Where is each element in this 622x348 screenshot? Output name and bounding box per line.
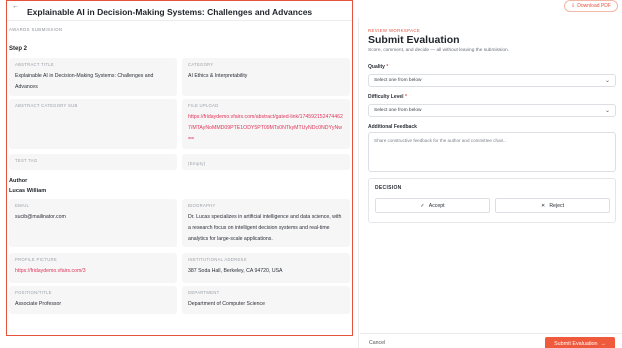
field-value: Associate Professor [15, 301, 62, 307]
field-label: Category [188, 62, 214, 67]
download-pdf-label: Download PDF [577, 3, 611, 9]
field-value: Department of Computer Science [188, 301, 265, 307]
decision-box: Decision ✓ Accept ✕ Reject [368, 178, 616, 223]
field-value: Explainable AI in Decision-Making System… [15, 73, 154, 90]
field-label: Profile Picture [15, 257, 57, 262]
check-icon: ✓ [420, 202, 425, 209]
field-value: sucib@mailinator.com [15, 214, 66, 220]
field-abstract-category-sub: Abstract Category Sub [9, 99, 177, 149]
feedback-textarea[interactable]: Share constructive feedback for the auth… [368, 132, 616, 172]
submission-panel: ← Explainable AI in Decision-Making Syst… [6, 0, 353, 336]
accept-button[interactable]: ✓ Accept [375, 198, 490, 213]
review-workspace-eyebrow: Review Workspace [368, 28, 421, 33]
field-profile-picture: Profile Picture https://fridaydemo.vfair… [9, 253, 177, 283]
quality-label-text: Quality [368, 64, 385, 70]
field-label: Biography [188, 203, 216, 208]
file-upload-link[interactable]: https://fridaydemo.vfairs.com/abstract/g… [188, 112, 344, 145]
field-value: AI Ethics & Interpretability [188, 73, 248, 79]
field-label: Abstract Category Sub [15, 103, 78, 108]
chevron-down-icon: ⌄ [604, 108, 610, 114]
field-institutional-address: Institutional Address 387 Soda Hall, Ber… [182, 253, 350, 283]
field-value: 387 Soda Hall, Berkeley, CA 94720, USA [188, 268, 283, 274]
reject-label: Reject [549, 202, 565, 209]
arrow-right-icon: → [600, 340, 606, 347]
cancel-button[interactable]: Cancel [369, 340, 385, 346]
submit-evaluation-button[interactable]: Submit Evaluation → [545, 337, 615, 348]
field-label: Email [15, 203, 30, 208]
download-icon: ⇩ [571, 3, 576, 9]
empty-value: (Empty) [188, 161, 206, 166]
required-mark: * [404, 94, 407, 100]
field-label: Institutional Address [188, 257, 247, 262]
difficulty-label: Difficulty Level * [368, 94, 407, 100]
evaluation-subtitle: Score, comment, and decide — all without… [368, 48, 510, 53]
chevron-down-icon: ⌄ [604, 78, 610, 84]
field-label: Abstract Title [15, 62, 54, 67]
close-icon: ✕ [540, 202, 546, 209]
evaluation-title: Submit Evaluation [368, 34, 460, 46]
feedback-label: Additional Feedback [368, 124, 417, 130]
divider [7, 20, 352, 21]
field-department: Department Department of Computer Scienc… [182, 286, 350, 314]
field-category: Category AI Ethics & Interpretability [182, 58, 350, 96]
author-name: Lucas William [9, 188, 47, 194]
field-value: Dr. Lucas specializes in artificial inte… [188, 214, 342, 242]
required-mark: * [386, 64, 389, 70]
accept-label: Accept [428, 202, 445, 209]
download-pdf-button[interactable]: ⇩ Download PDF [564, 0, 618, 12]
field-email: Email sucib@mailinator.com [9, 199, 177, 247]
difficulty-select-value: Select one from below [374, 108, 422, 113]
field-test-tag: Test Tag [9, 154, 177, 170]
section-eyebrow: Awards Submission [9, 27, 63, 32]
field-label: Position/Title [15, 290, 52, 295]
arrow-left-icon[interactable]: ← [12, 3, 19, 10]
field-test-tag-value: (Empty) [182, 154, 350, 170]
panel-divider [358, 18, 359, 348]
reject-button[interactable]: ✕ Reject [495, 198, 610, 213]
decision-label: Decision [375, 185, 402, 191]
field-position-title: Position/Title Associate Professor [9, 286, 177, 314]
field-label: File Upload [188, 103, 219, 108]
profile-picture-link[interactable]: https://fridaydemo.vfairs.com/3 [15, 266, 171, 277]
footer-divider [360, 333, 622, 334]
field-label: Department [188, 290, 220, 295]
difficulty-label-text: Difficulty Level [368, 94, 404, 100]
quality-select-value: Select one from below [374, 78, 422, 83]
field-biography: Biography Dr. Lucas specializes in artif… [182, 199, 350, 247]
quality-select[interactable]: Select one from below ⌄ [368, 74, 616, 87]
field-label: Test Tag [15, 158, 38, 163]
author-heading: Author [9, 178, 28, 184]
difficulty-select[interactable]: Select one from below ⌄ [368, 104, 616, 117]
step-heading: Step 2 [9, 46, 28, 52]
quality-label: Quality * [368, 64, 388, 70]
submit-label: Submit Evaluation [554, 340, 598, 347]
field-abstract-title: Abstract Title Explainable AI in Decisio… [9, 58, 177, 96]
submission-title: Explainable AI in Decision-Making System… [27, 7, 313, 17]
field-file-upload: File Upload https://fridaydemo.vfairs.co… [182, 99, 350, 149]
